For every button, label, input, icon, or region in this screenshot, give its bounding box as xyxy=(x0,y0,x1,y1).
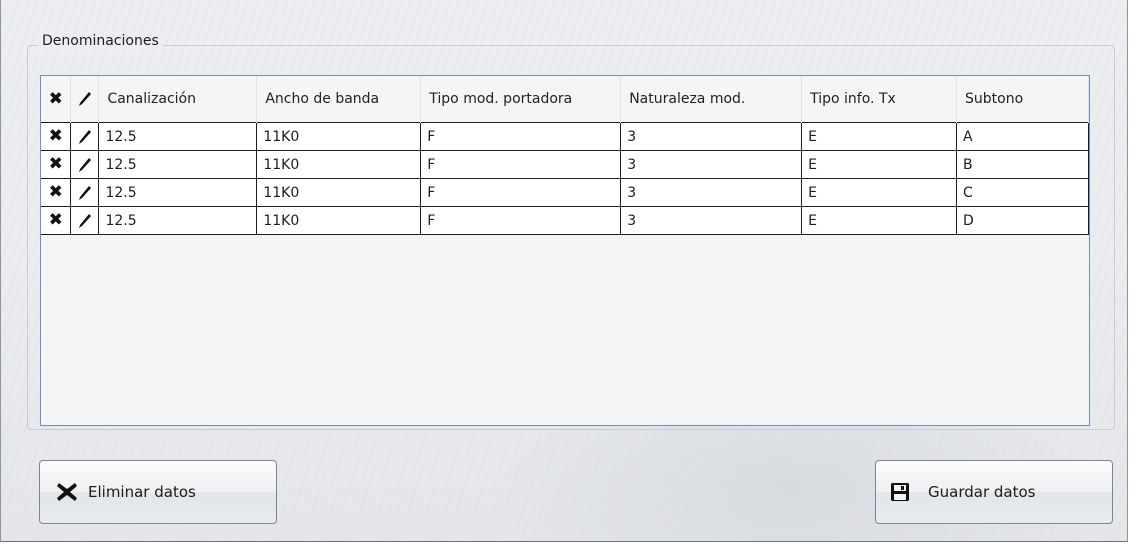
cell-canalizacion[interactable]: 12.5 xyxy=(98,178,258,207)
edit-row-icon[interactable] xyxy=(71,213,98,229)
cell-subtono[interactable]: D xyxy=(956,206,1089,235)
edit-row-icon[interactable] xyxy=(71,129,98,145)
cell-canalizacion[interactable]: 12.5 xyxy=(98,150,258,179)
cell-tipo-info-tx[interactable]: E xyxy=(801,150,958,179)
delete-data-label: Eliminar datos xyxy=(88,483,196,501)
row-delete-cell[interactable]: ✖ xyxy=(41,150,72,179)
table-row[interactable]: ✖ 12.5 11K0 F 3 E D xyxy=(41,206,1089,235)
edit-row-icon[interactable] xyxy=(71,157,98,173)
table-row[interactable]: ✖ 12.5 11K0 F 3 E B xyxy=(41,150,1089,179)
row-edit-cell[interactable] xyxy=(70,122,100,151)
delete-row-icon[interactable]: ✖ xyxy=(49,212,63,229)
cell-tipo-info-tx[interactable]: E xyxy=(801,178,958,207)
column-header-tipo-info-tx[interactable]: Tipo info. Tx xyxy=(801,76,958,123)
column-header-naturaleza-mod[interactable]: Naturaleza mod. xyxy=(620,76,803,123)
row-delete-cell[interactable]: ✖ xyxy=(41,122,72,151)
cell-ancho-banda[interactable]: 11K0 xyxy=(256,122,422,151)
denominaciones-grid: ✖ Canalización Ancho de banda Tipo mod. … xyxy=(40,75,1090,426)
row-delete-cell[interactable]: ✖ xyxy=(41,206,72,235)
cell-tipo-mod-portadora[interactable]: F xyxy=(420,122,622,151)
cell-canalizacion[interactable]: 12.5 xyxy=(98,122,258,151)
cell-ancho-banda[interactable]: 11K0 xyxy=(256,178,422,207)
cell-tipo-info-tx[interactable]: E xyxy=(801,122,958,151)
header-edit-column xyxy=(70,76,100,123)
cell-ancho-banda[interactable]: 11K0 xyxy=(256,150,422,179)
row-delete-cell[interactable]: ✖ xyxy=(41,178,72,207)
floppy-disk-icon xyxy=(890,482,910,502)
cell-naturaleza-mod[interactable]: 3 xyxy=(620,206,803,235)
row-edit-cell[interactable] xyxy=(70,206,100,235)
save-data-button[interactable]: Guardar datos xyxy=(875,460,1113,524)
column-header-canalizacion[interactable]: Canalización xyxy=(98,76,258,123)
edit-row-icon[interactable] xyxy=(71,185,98,201)
row-edit-cell[interactable] xyxy=(70,178,100,207)
group-title: Denominaciones xyxy=(38,31,163,51)
delete-row-icon[interactable]: ✖ xyxy=(49,128,63,145)
pencil-icon xyxy=(71,91,98,107)
window: Denominaciones ✖ Canalización Ancho de b… xyxy=(0,0,1128,542)
cell-canalizacion[interactable]: 12.5 xyxy=(98,206,258,235)
cell-naturaleza-mod[interactable]: 3 xyxy=(620,150,803,179)
delete-row-icon[interactable]: ✖ xyxy=(49,156,63,173)
table-row[interactable]: ✖ 12.5 11K0 F 3 E C xyxy=(41,178,1089,207)
column-header-ancho-banda[interactable]: Ancho de banda xyxy=(256,76,422,123)
close-x-icon: ✖ xyxy=(48,88,63,109)
cell-naturaleza-mod[interactable]: 3 xyxy=(620,122,803,151)
grid-header-row: ✖ Canalización Ancho de banda Tipo mod. … xyxy=(41,76,1089,123)
cell-ancho-banda[interactable]: 11K0 xyxy=(256,206,422,235)
cell-tipo-mod-portadora[interactable]: F xyxy=(420,206,622,235)
cell-tipo-mod-portadora[interactable]: F xyxy=(420,150,622,179)
table-row[interactable]: ✖ 12.5 11K0 F 3 E A xyxy=(41,122,1089,151)
header-delete-column: ✖ xyxy=(41,76,72,123)
row-edit-cell[interactable] xyxy=(70,150,100,179)
column-header-subtono[interactable]: Subtono xyxy=(956,76,1089,123)
save-data-label: Guardar datos xyxy=(928,483,1036,501)
cell-subtono[interactable]: B xyxy=(956,150,1089,179)
column-header-tipo-mod-portadora[interactable]: Tipo mod. portadora xyxy=(420,76,622,123)
cell-subtono[interactable]: C xyxy=(956,178,1089,207)
cell-naturaleza-mod[interactable]: 3 xyxy=(620,178,803,207)
close-x-icon xyxy=(56,482,78,502)
cell-subtono[interactable]: A xyxy=(956,122,1089,151)
cell-tipo-info-tx[interactable]: E xyxy=(801,206,958,235)
cell-tipo-mod-portadora[interactable]: F xyxy=(420,178,622,207)
delete-data-button[interactable]: Eliminar datos xyxy=(39,460,277,524)
delete-row-icon[interactable]: ✖ xyxy=(49,184,63,201)
